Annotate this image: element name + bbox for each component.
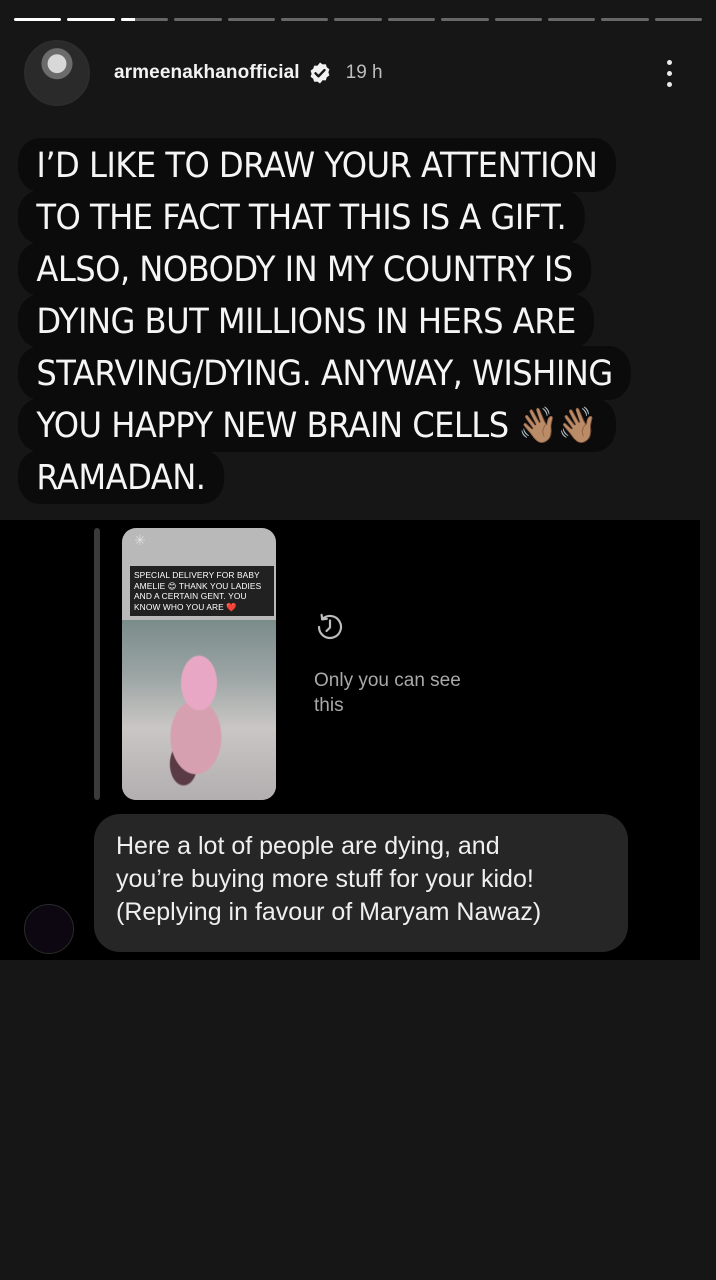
progress-segment <box>441 18 489 21</box>
history-clock-icon <box>317 613 343 640</box>
caption-line: DYING BUT MILLIONS IN HERS ARE <box>18 294 595 348</box>
progress-segment <box>120 18 169 21</box>
progress-segment <box>387 18 436 21</box>
reply-message-bubble: Here a lot of people are dying, and you’… <box>94 814 628 952</box>
caption-line: YOU HAPPY NEW BRAIN CELLS 👋🏽👋🏽 <box>18 398 616 452</box>
reply-line: Here a lot of people are dying, and <box>116 832 500 860</box>
progress-segment <box>67 18 115 21</box>
caption-line: STARVING/DYING. ANYWAY, WISHING <box>18 346 632 400</box>
progress-segment <box>547 18 596 21</box>
progress-segment <box>174 18 222 21</box>
reply-screenshot-panel: ✳ SPECIAL DELIVERY FOR BABY AMELIE 😊 THA… <box>0 520 700 960</box>
reply-line: (Replying in favour of Maryam Nawaz) <box>116 898 542 926</box>
post-time: 19 h <box>345 62 383 83</box>
more-options-icon[interactable] <box>664 59 674 87</box>
story-progress-bar <box>14 18 703 22</box>
thumbnail-caption: SPECIAL DELIVERY FOR BABY AMELIE 😊 THANK… <box>130 566 274 616</box>
progress-segment <box>601 18 649 21</box>
caption-line: I’D LIKE TO DRAW YOUR ATTENTION <box>18 138 616 192</box>
progress-segment <box>494 18 542 21</box>
username[interactable]: armeenakhanofficial <box>114 62 300 84</box>
progress-segment <box>227 18 275 21</box>
caption-line: RAMADAN. <box>18 450 224 504</box>
story-header: armeenakhanofficial 19 h <box>24 40 692 106</box>
progress-segment <box>14 18 62 21</box>
progress-segment <box>280 18 329 21</box>
story-caption: I’D LIKE TO DRAW YOUR ATTENTION TO THE F… <box>18 138 708 504</box>
progress-segment <box>654 18 703 21</box>
profile-avatar[interactable] <box>24 40 90 106</box>
verified-badge-icon <box>310 62 330 84</box>
caption-line: TO THE FACT THAT THIS IS A GIFT. <box>18 190 585 244</box>
caption-line: ALSO, NOBODY IN MY COUNTRY IS <box>18 242 592 296</box>
reply-avatar <box>24 904 74 954</box>
story-thumbnail[interactable]: ✳ SPECIAL DELIVERY FOR BABY AMELIE 😊 THA… <box>122 528 276 800</box>
visibility-note: Only you can see this <box>314 670 461 716</box>
progress-segment <box>334 18 382 21</box>
gift-basket-photo <box>122 620 276 800</box>
reply-thread-line <box>94 528 100 800</box>
reply-line: you’re buying more stuff for your kido! <box>116 865 534 893</box>
sparkle-icon: ✳ <box>134 532 146 548</box>
